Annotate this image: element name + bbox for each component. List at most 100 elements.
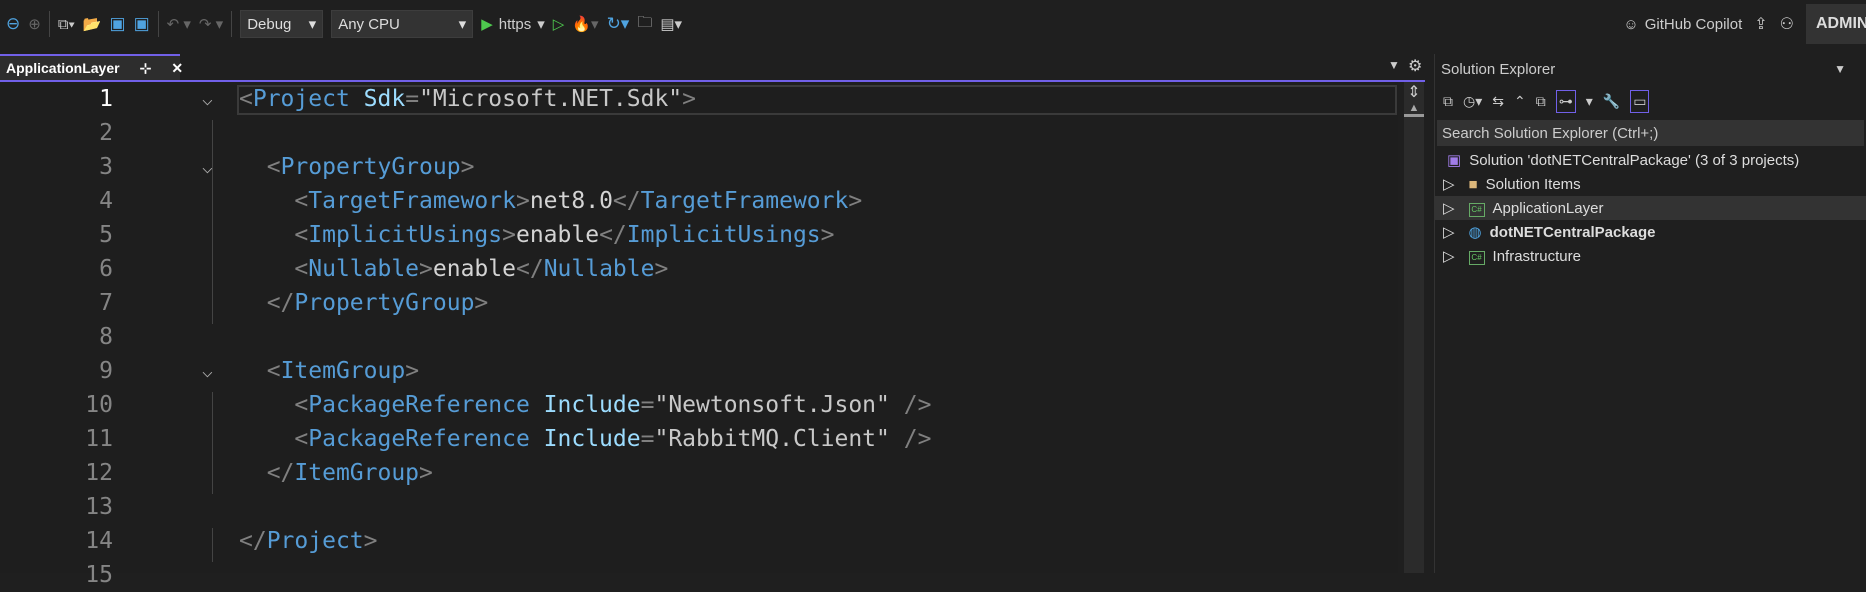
line-number: 8 <box>99 324 113 350</box>
line-number: 2 <box>99 120 113 146</box>
open-folder-icon[interactable]: 📂 <box>83 15 102 33</box>
line-number: 13 <box>85 494 113 520</box>
toolbar-right: ☺ GitHub Copilot ⇪ ⚇ ADMIN <box>1623 0 1866 48</box>
platform-dropdown[interactable]: Any CPU ▾ <box>331 10 474 38</box>
fold-guide <box>212 188 213 290</box>
solution-node[interactable]: ▣ Solution 'dotNETCentralPackage' (3 of 3… <box>1435 148 1866 172</box>
copilot-label: GitHub Copilot <box>1644 15 1743 33</box>
preview-icon[interactable]: ▭ <box>1630 89 1650 113</box>
code-text: </PropertyGroup> <box>266 290 489 316</box>
line-number: 7 <box>99 290 113 316</box>
code-line[interactable]: 14 </Project> <box>0 524 1398 558</box>
code-text: </Project> <box>239 528 378 554</box>
tree-item[interactable]: ▷ ◍ dotNETCentralPackage <box>1435 220 1866 244</box>
account-button[interactable]: ADMIN <box>1806 4 1866 44</box>
code-line[interactable]: 4 <TargetFramework>net8.0</TargetFramewo… <box>0 184 1398 218</box>
panel-title: Solution Explorer <box>1441 60 1556 78</box>
solution-label: Solution 'dotNETCentralPackage' (3 of 3 … <box>1469 151 1800 169</box>
pending-changes-icon[interactable]: ◷▾ <box>1463 93 1482 110</box>
code-text: </ItemGroup> <box>266 460 433 486</box>
line-number: 3 <box>99 154 113 180</box>
code-line[interactable]: 1 ⌵ <Project Sdk="Microsoft.NET.Sdk"> <box>0 82 1398 116</box>
line-number: 14 <box>85 528 113 554</box>
live-share-icon[interactable]: ⚇ <box>1780 14 1794 34</box>
run-without-debug-icon[interactable]: ▷ <box>553 15 565 33</box>
tab-list-dropdown-icon[interactable]: ▼ <box>1388 58 1400 72</box>
save-icon[interactable]: ▣ <box>110 14 126 34</box>
split-icon[interactable]: ⇕ <box>1404 82 1424 102</box>
save-all-icon[interactable]: ▣ <box>134 14 150 34</box>
switch-views-icon[interactable]: ⧉ <box>1443 93 1453 110</box>
run-button[interactable]: ▶ https ▾ <box>481 15 545 34</box>
show-all-files-icon[interactable]: ⧉ <box>1536 93 1546 110</box>
search-input[interactable]: Search Solution Explorer (Ctrl+;) <box>1437 120 1864 146</box>
fold-chevron-icon[interactable]: ⌵ <box>202 89 213 110</box>
panel-menu-icon[interactable]: ▼ <box>1834 62 1846 76</box>
code-text: <ImplicitUsings>enable</ImplicitUsings> <box>294 222 835 248</box>
tree-item[interactable]: ▷ C# ApplicationLayer <box>1435 196 1866 220</box>
code-line[interactable]: 7 </PropertyGroup> <box>0 286 1398 320</box>
fold-guide <box>212 528 213 562</box>
divider <box>48 11 50 37</box>
platform-value: Any CPU <box>338 15 400 33</box>
main-toolbar: ⊖ ⊕ ⧉▾ 📂 ▣ ▣ ↶ ▾ ↷ ▾ Debug ▾ Any CPU ▾ ▶ https… <box>0 0 1866 48</box>
document-tab-row: ApplicationLayer ⊹ ✕ ▼ ⚙ <box>0 54 1425 82</box>
tree-item-label: ApplicationLayer <box>1492 199 1604 217</box>
copilot-button[interactable]: ☺ GitHub Copilot <box>1623 16 1742 33</box>
code-text: <Nullable>enable</Nullable> <box>294 256 669 282</box>
configuration-dropdown[interactable]: Debug ▾ <box>240 10 324 38</box>
code-text: <PackageReference Include="RabbitMQ.Clie… <box>294 426 932 452</box>
back-icon[interactable]: ⊖ <box>6 14 20 34</box>
sync-icon[interactable]: ⇆ <box>1492 93 1504 110</box>
code-line[interactable]: 2 <box>0 116 1398 150</box>
expand-arrow-icon[interactable]: ▷ <box>1443 247 1455 265</box>
close-icon[interactable]: ✕ <box>171 60 183 77</box>
track-active-icon[interactable]: ⊶ <box>1555 89 1576 113</box>
vertical-scrollbar[interactable]: ⇕ ▲ <box>1404 82 1424 573</box>
solution-tree: ▣ Solution 'dotNETCentralPackage' (3 of 3… <box>1435 148 1866 268</box>
scroll-up-icon[interactable]: ▲ <box>1404 102 1424 117</box>
collapse-all-icon[interactable]: ⌃ <box>1514 93 1526 110</box>
settings-gear-icon[interactable]: ⚙ <box>1408 56 1422 76</box>
code-line[interactable]: 12 </ItemGroup> <box>0 456 1398 490</box>
line-number: 6 <box>99 256 113 282</box>
expand-arrow-icon[interactable]: ▷ <box>1443 199 1455 217</box>
divider <box>157 11 159 37</box>
restart-icon[interactable]: ↻▾ <box>607 14 630 34</box>
tab-application-layer[interactable]: ApplicationLayer ⊹ ✕ <box>0 54 183 80</box>
new-project-icon[interactable]: ⧉▾ <box>58 16 75 33</box>
tree-item-label: Infrastructure <box>1492 247 1581 265</box>
code-text: <PackageReference Include="Newtonsoft.Js… <box>294 392 932 418</box>
expand-arrow-icon[interactable]: ▷ <box>1443 223 1455 241</box>
layout-icon[interactable]: ▤▾ <box>660 15 682 33</box>
tree-item[interactable]: ▷ ■ Solution Items <box>1435 172 1866 196</box>
line-number: 1 <box>99 86 113 112</box>
code-line[interactable]: 8 <box>0 320 1398 354</box>
expand-arrow-icon[interactable]: ▷ <box>1443 175 1455 193</box>
code-line[interactable]: 10 <PackageReference Include="Newtonsoft… <box>0 388 1398 422</box>
hot-reload-icon[interactable]: 🔥▾ <box>572 15 598 33</box>
share-icon[interactable]: ⇪ <box>1754 14 1767 34</box>
folder-view-icon[interactable]: 🗀 <box>637 12 652 37</box>
copilot-icon: ☺ <box>1623 15 1639 33</box>
code-line[interactable]: 9 ⌵ <ItemGroup> <box>0 354 1398 388</box>
code-line[interactable]: 11 <PackageReference Include="RabbitMQ.C… <box>0 422 1398 456</box>
csharp-project-icon: C# <box>1468 247 1485 265</box>
fold-chevron-icon[interactable]: ⌵ <box>202 361 213 382</box>
pin-icon[interactable]: ⊹ <box>140 60 152 77</box>
line-number: 12 <box>85 460 113 486</box>
tree-item[interactable]: ▷ C# Infrastructure <box>1435 244 1866 268</box>
code-editor[interactable]: 1 ⌵ <Project Sdk="Microsoft.NET.Sdk"> 2 3 ⌵ <… <box>0 82 1398 588</box>
code-line[interactable]: 3 ⌵ <PropertyGroup> <box>0 150 1398 184</box>
forward-icon[interactable]: ⊕ <box>28 15 41 33</box>
code-line[interactable]: 13 <box>0 490 1398 524</box>
code-line[interactable]: 15 <box>0 558 1398 592</box>
undo-icon[interactable]: ↶ ▾ <box>167 15 191 33</box>
code-line[interactable]: 5 <ImplicitUsings>enable</ImplicitUsings… <box>0 218 1398 252</box>
line-number: 10 <box>85 392 113 418</box>
redo-icon[interactable]: ↷ ▾ <box>199 15 223 33</box>
properties-icon[interactable]: 🔧 <box>1603 93 1620 110</box>
code-line[interactable]: 6 <Nullable>enable</Nullable> <box>0 252 1398 286</box>
line-number: 11 <box>85 426 113 452</box>
web-project-icon: ◍ <box>1468 224 1482 241</box>
